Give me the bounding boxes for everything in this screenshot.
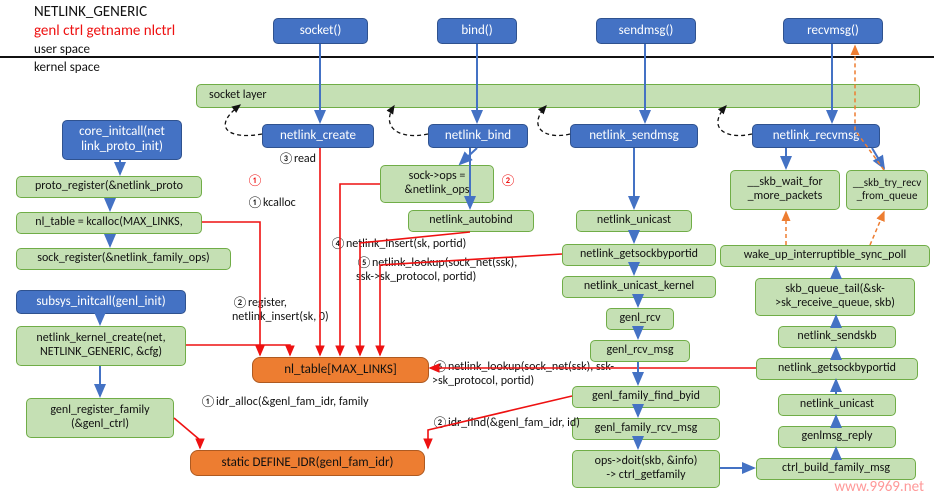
netlink-unicast-kernel: netlink_unicast_kernel	[562, 276, 716, 298]
netlink-getsockbyportid-2: netlink_getsockbyportid	[756, 358, 918, 380]
annot-idr-alloc: ①idr_alloc(&genl_fam_idr, family	[200, 395, 369, 409]
proto-register: proto_register(&netlink_proto	[16, 176, 202, 198]
ctrl-build-family-msg: ctrl_build_family_msg	[756, 458, 916, 480]
recvmsg-call: recvmsg()	[783, 18, 883, 44]
netlink-sendskb: netlink_sendskb	[778, 326, 896, 348]
netlink-create: netlink_create	[262, 124, 374, 148]
bind-call: bind()	[437, 18, 517, 44]
skb-try-recv: __skb_try_recv _from_queue	[846, 170, 928, 210]
user-space-label: user space	[34, 42, 90, 57]
netlink-recvmsg: netlink_recvmsg	[752, 124, 880, 148]
sock-ops: sock->ops = &netlink_ops	[380, 165, 494, 203]
genl-family-rcv-msg: genl_family_rcv_msg	[572, 418, 720, 440]
netlink-kernel-create: netlink_kernel_create(net, NETLINK_GENER…	[16, 326, 186, 366]
annot-read: ③read	[278, 152, 316, 166]
wake-up-poll: wake_up_interruptible_sync_poll	[720, 245, 930, 267]
socket-layer: socket layer	[196, 84, 920, 108]
genl-rcv: genl_rcv	[606, 308, 674, 330]
kernel-space-label: kernel space	[34, 60, 100, 75]
skb-wait: __skb_wait_for _more_packets	[730, 170, 840, 210]
netlink-getsockbyportid: netlink_getsockbyportid	[562, 244, 716, 266]
core-initcall: core_initcall(net link_proto_init)	[62, 120, 182, 160]
annot-idr-find: ②idr_find(&genl_fam_idr, id)	[432, 416, 580, 430]
skb-queue-tail: skb_queue_tail(&sk- >sk_receive_queue, s…	[755, 278, 915, 316]
divider-line	[0, 56, 934, 58]
genlmsg-reply: genlmsg_reply	[778, 426, 896, 448]
genl-family-find-byid: genl_family_find_byid	[572, 386, 720, 408]
subsys-initcall: subsys_initcall(genl_init)	[16, 290, 186, 314]
genl-rcv-msg: genl_rcv_msg	[590, 340, 690, 362]
nl-table: nl_table[MAX_LINKS]	[252, 357, 429, 383]
nl-table-kcalloc: nl_table = kcalloc(MAX_LINKS,	[16, 212, 202, 234]
netlink-autobind: netlink_autobind	[408, 210, 534, 232]
title: NETLINK_GENERIC	[34, 3, 147, 21]
socket-call: socket()	[273, 18, 368, 44]
annot-netlink-insert: ④netlink_insert(sk, portid)	[330, 237, 466, 251]
sock-register: sock_register(&netlink_family_ops)	[16, 248, 231, 270]
netlink-unicast-2: netlink_unicast	[778, 394, 896, 416]
subtitle: genl ctrl getname nlctrl	[34, 22, 175, 40]
genl-register-family: genl_register_family (&genl_ctrl)	[26, 398, 174, 438]
ops-doit: ops->doit(skb, &info) -> ctrl_getfamily	[572, 450, 720, 488]
netlink-bind: netlink_bind	[428, 124, 528, 148]
annot-kcalloc: ①kcalloc	[247, 196, 296, 210]
sendmsg-call: sendmsg()	[596, 18, 696, 44]
netlink-unicast: netlink_unicast	[576, 210, 692, 232]
define-idr: static DEFINE_IDR(genl_fam_idr)	[190, 450, 425, 476]
annot-netlink-lookup6: ⑥netlink_lookup(sock_net(ssk), ssk- >sk_…	[432, 360, 614, 388]
annot-netlink-lookup5: ⑤netlink_lookup(sock_net(ssk), ssk->sk_p…	[356, 256, 517, 284]
watermark: www.9969.net	[834, 478, 924, 496]
netlink-sendmsg: netlink_sendmsg	[570, 124, 698, 148]
annot-register: ②register, netlink_insert(sk, 0)	[232, 296, 329, 324]
annot-circled2: ②	[500, 174, 516, 188]
annot-circled1: ①	[247, 174, 263, 188]
